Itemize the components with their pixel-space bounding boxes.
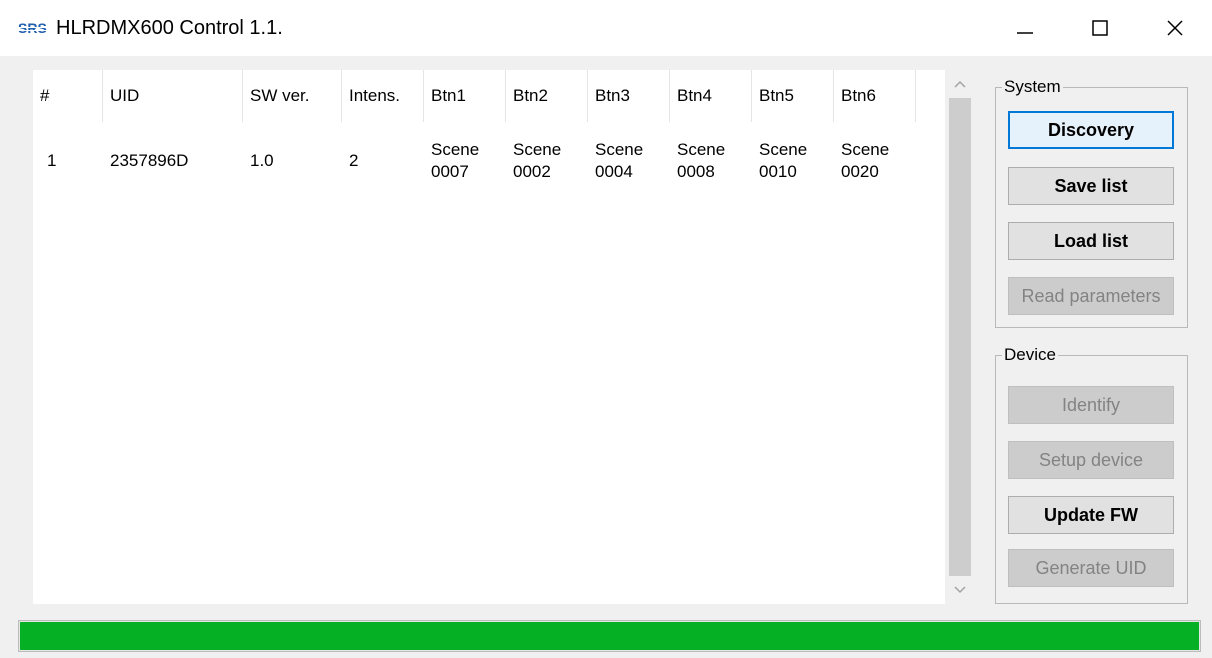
vertical-scrollbar[interactable] [945,70,975,604]
progress-bar [18,620,1201,652]
cell-btn2: Scene 0002 [506,126,588,196]
update-fw-button[interactable]: Update FW [1008,496,1174,534]
device-group-label: Device [1002,343,1058,367]
column-header-btn1[interactable]: Btn1 [424,70,506,122]
system-group-label: System [1002,75,1063,99]
column-header-btn3[interactable]: Btn3 [588,70,670,122]
cell-intens: 2 [349,151,359,170]
cell-btn6: Scene 0020 [834,126,916,196]
cell-btn5-line2: 0010 [759,162,797,181]
scroll-up-button[interactable] [945,70,975,98]
column-header-btn6[interactable]: Btn6 [834,70,916,122]
cell-btn4: Scene 0008 [670,126,752,196]
cell-btn1-line2: 0007 [431,162,469,181]
column-header-btn2[interactable]: Btn2 [506,70,588,122]
srs-logo-icon: SRS [17,18,47,38]
device-group: Device Identify Setup device Update FW G… [995,343,1188,604]
cell-btn4-line2: 0008 [677,162,715,181]
progress-bar-fill [20,622,1199,650]
scrollbar-thumb[interactable] [949,98,971,576]
load-list-button[interactable]: Load list [1008,222,1174,260]
maximize-icon [1092,20,1108,36]
column-header-btn4[interactable]: Btn4 [670,70,752,122]
column-header-sw-ver[interactable]: SW ver. [243,70,342,122]
cell-btn2-line2: 0002 [513,162,551,181]
window-title: HLRDMX600 Control 1.1. [56,17,283,39]
generate-uid-button[interactable]: Generate UID [1008,549,1174,587]
column-header-intens[interactable]: Intens. [342,70,424,122]
cell-btn1: Scene 0007 [424,126,506,196]
cell-num: 1 [47,151,57,170]
cell-btn3: Scene 0004 [588,126,670,196]
close-button[interactable] [1145,0,1205,56]
table-row[interactable]: 1 2357896D 1.0 2 Scene 0007 Scene 0002 Sce… [33,126,945,196]
cell-btn5: Scene 0010 [752,126,834,196]
minimize-button[interactable] [995,0,1055,56]
cell-uid: 2357896D [110,151,189,170]
save-list-button[interactable]: Save list [1008,167,1174,205]
system-group: System Discovery Save list Load list Rea… [995,75,1188,328]
column-header-num[interactable]: # [33,70,103,122]
read-parameters-button[interactable]: Read parameters [1008,277,1174,315]
close-icon [1167,20,1183,36]
setup-device-button[interactable]: Setup device [1008,441,1174,479]
maximize-button[interactable] [1070,0,1130,56]
cell-btn6-line2: 0020 [841,162,879,181]
chevron-up-icon [954,80,966,88]
cell-btn5-line1: Scene [759,140,808,159]
title-bar: SRS HLRDMX600 Control 1.1. [0,0,1212,56]
identify-button[interactable]: Identify [1008,386,1174,424]
discovery-button[interactable]: Discovery [1008,111,1174,149]
device-list[interactable]: # UID SW ver. Intens. Btn1 Btn2 Btn3 Btn… [33,70,945,604]
column-header-btn5[interactable]: Btn5 [752,70,834,122]
cell-btn6-line1: Scene [841,140,890,159]
cell-btn3-line1: Scene [595,140,644,159]
column-header-uid[interactable]: UID [103,70,243,122]
chevron-down-icon [954,586,966,594]
cell-btn2-line1: Scene [513,140,562,159]
cell-sw-ver: 1.0 [250,151,274,170]
cell-btn1-line1: Scene [431,140,480,159]
cell-btn3-line2: 0004 [595,162,633,181]
list-header: # UID SW ver. Intens. Btn1 Btn2 Btn3 Btn… [33,70,945,122]
minimize-icon [1017,32,1033,34]
scroll-down-button[interactable] [945,576,975,604]
cell-btn4-line1: Scene [677,140,726,159]
